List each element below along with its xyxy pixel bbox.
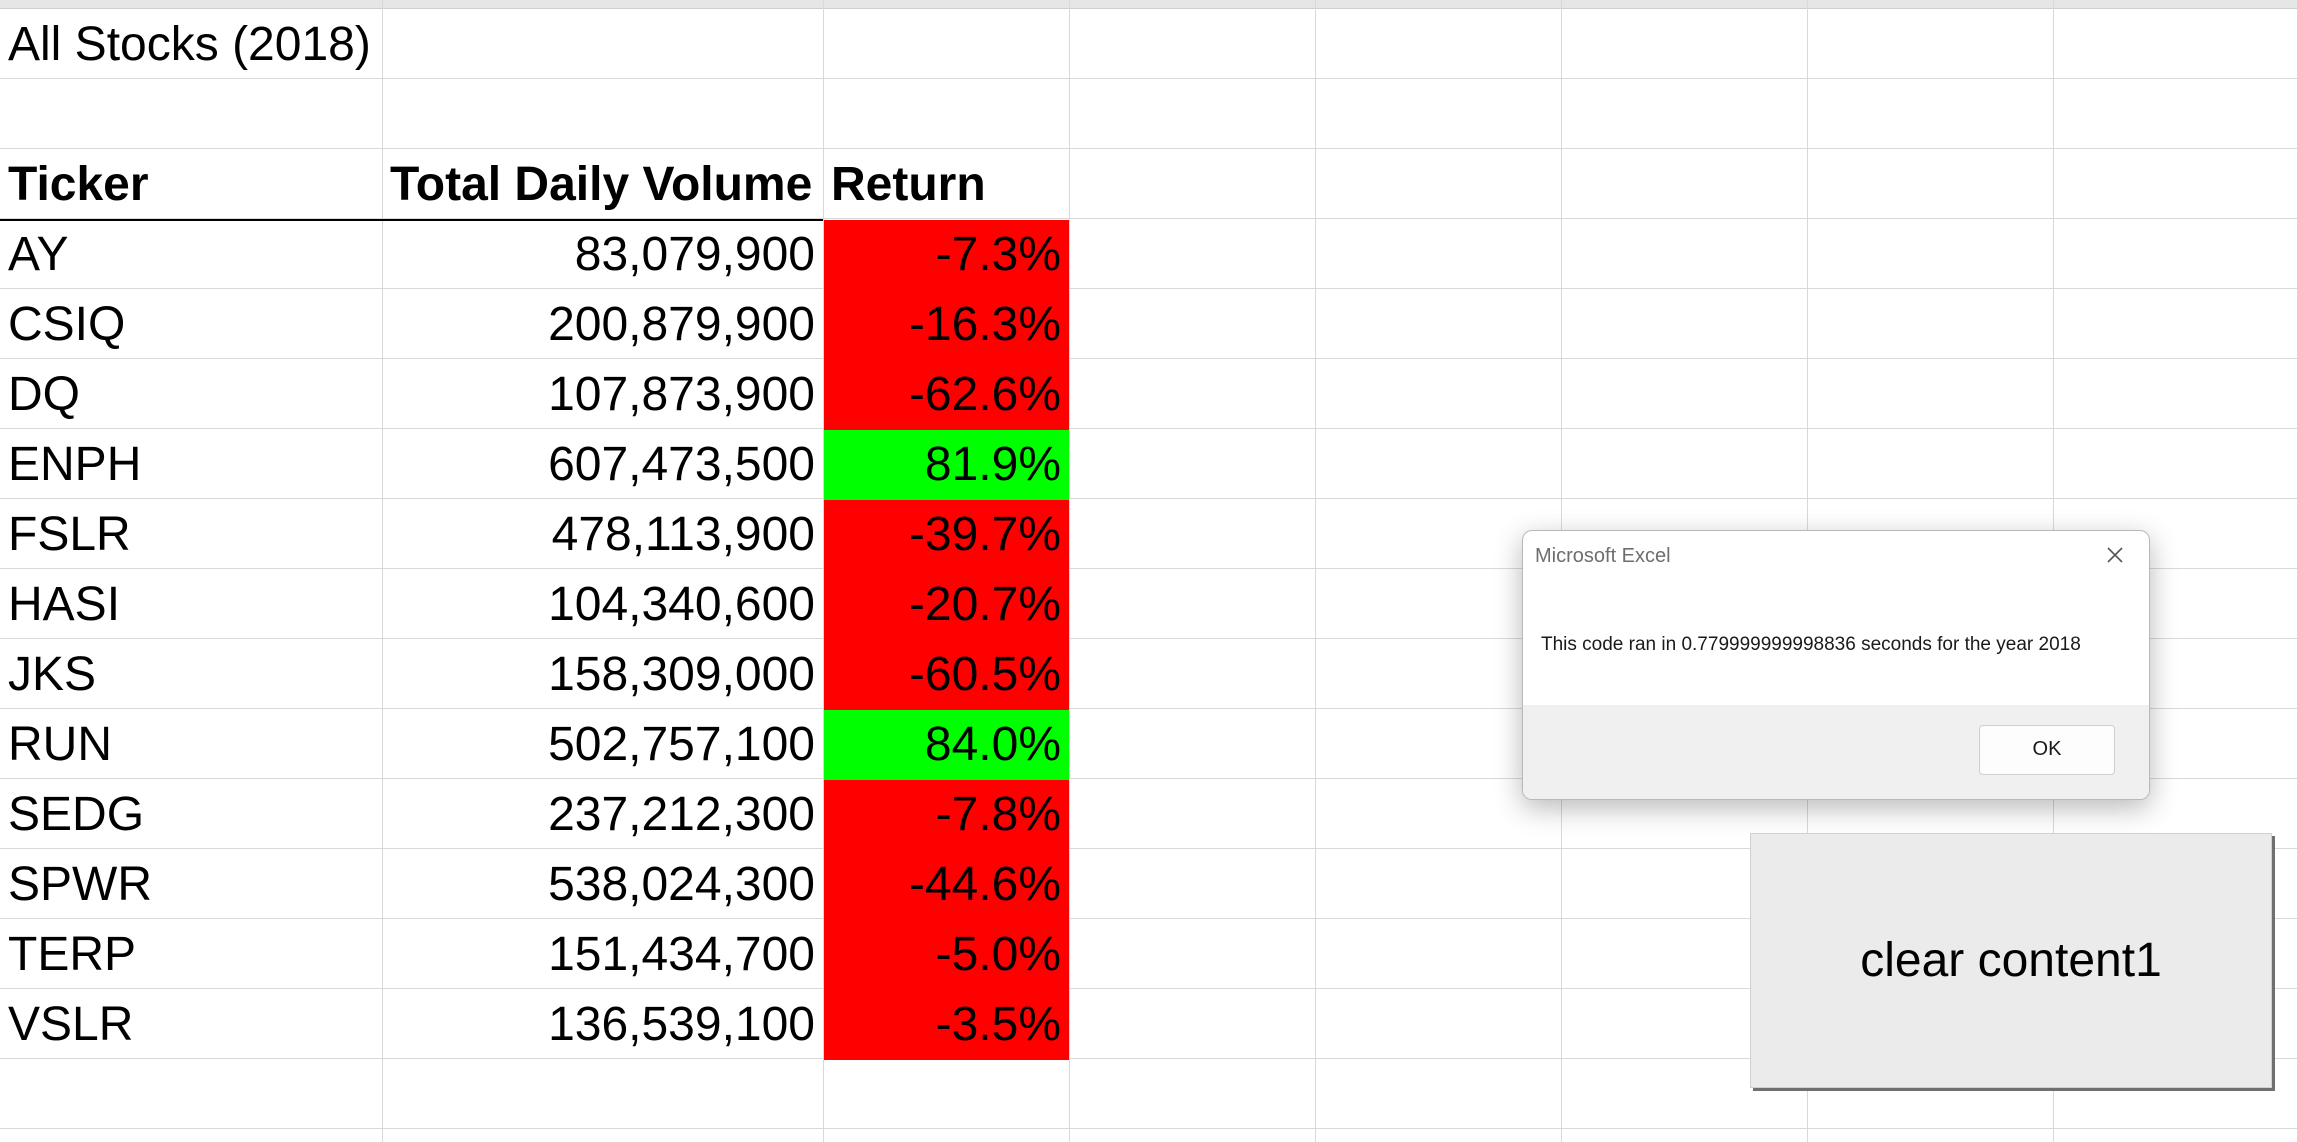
ticker-cell[interactable]: ENPH xyxy=(8,430,141,500)
ticker-cell[interactable]: DQ xyxy=(8,360,80,430)
volume-cell[interactable]: 83,079,900 xyxy=(382,220,823,290)
ticker-cell[interactable]: VSLR xyxy=(8,990,133,1060)
clear-content-button[interactable]: clear content1 xyxy=(1750,833,2272,1088)
dialog-message: This code ran in 0.779999999998836 secon… xyxy=(1541,634,2081,655)
ok-button[interactable]: OK xyxy=(1979,725,2115,775)
volume-cell[interactable]: 200,879,900 xyxy=(382,290,823,360)
return-cell[interactable]: -5.0% xyxy=(824,920,1069,990)
volume-cell[interactable]: 538,024,300 xyxy=(382,850,823,920)
return-cell[interactable]: -62.6% xyxy=(824,360,1069,430)
return-cell[interactable]: -60.5% xyxy=(824,640,1069,710)
volume-cell[interactable]: 151,434,700 xyxy=(382,920,823,990)
column-gridline xyxy=(1069,0,1070,1142)
header-ticker[interactable]: Ticker xyxy=(8,150,149,220)
return-cell[interactable]: -3.5% xyxy=(824,990,1069,1060)
return-cell[interactable]: -39.7% xyxy=(824,500,1069,570)
close-icon[interactable] xyxy=(2103,543,2127,567)
row-gridline xyxy=(0,148,2297,149)
return-cell[interactable]: -44.6% xyxy=(824,850,1069,920)
row-gridline xyxy=(0,358,2297,359)
ticker-cell[interactable]: SPWR xyxy=(8,850,152,920)
volume-cell[interactable]: 237,212,300 xyxy=(382,780,823,850)
dialog-title: Microsoft Excel xyxy=(1535,545,1671,567)
ticker-cell[interactable]: FSLR xyxy=(8,500,131,570)
message-dialog: Microsoft Excel This code ran in 0.77999… xyxy=(1522,530,2150,800)
ticker-cell[interactable]: SEDG xyxy=(8,780,144,850)
row-gridline xyxy=(0,288,2297,289)
ticker-cell[interactable]: CSIQ xyxy=(8,290,125,360)
sheet-title[interactable]: All Stocks (2018) xyxy=(8,10,371,80)
return-cell[interactable]: -7.3% xyxy=(824,220,1069,290)
return-cell[interactable]: 84.0% xyxy=(824,710,1069,780)
volume-cell[interactable]: 158,309,000 xyxy=(382,640,823,710)
volume-cell[interactable]: 104,340,600 xyxy=(382,570,823,640)
row-gridline xyxy=(0,498,2297,499)
grid-top-edge xyxy=(0,0,2297,9)
volume-cell[interactable]: 107,873,900 xyxy=(382,360,823,430)
header-total-daily-volume[interactable]: Total Daily Volume xyxy=(390,150,812,220)
ticker-cell[interactable]: AY xyxy=(8,220,68,290)
ticker-cell[interactable]: HASI xyxy=(8,570,120,640)
row-gridline xyxy=(0,1128,2297,1129)
header-return[interactable]: Return xyxy=(831,150,986,220)
ticker-cell[interactable]: TERP xyxy=(8,920,136,990)
return-cell[interactable]: -7.8% xyxy=(824,780,1069,850)
column-gridline xyxy=(1315,0,1316,1142)
row-gridline xyxy=(0,428,2297,429)
volume-cell[interactable]: 502,757,100 xyxy=(382,710,823,780)
return-cell[interactable]: -16.3% xyxy=(824,290,1069,360)
volume-cell[interactable]: 607,473,500 xyxy=(382,430,823,500)
volume-cell[interactable]: 478,113,900 xyxy=(382,500,823,570)
ticker-cell[interactable]: JKS xyxy=(8,640,96,710)
volume-cell[interactable]: 136,539,100 xyxy=(382,990,823,1060)
ticker-cell[interactable]: RUN xyxy=(8,710,112,780)
return-cell[interactable]: 81.9% xyxy=(824,430,1069,500)
return-cell[interactable]: -20.7% xyxy=(824,570,1069,640)
dialog-footer: OK xyxy=(1523,705,2149,799)
